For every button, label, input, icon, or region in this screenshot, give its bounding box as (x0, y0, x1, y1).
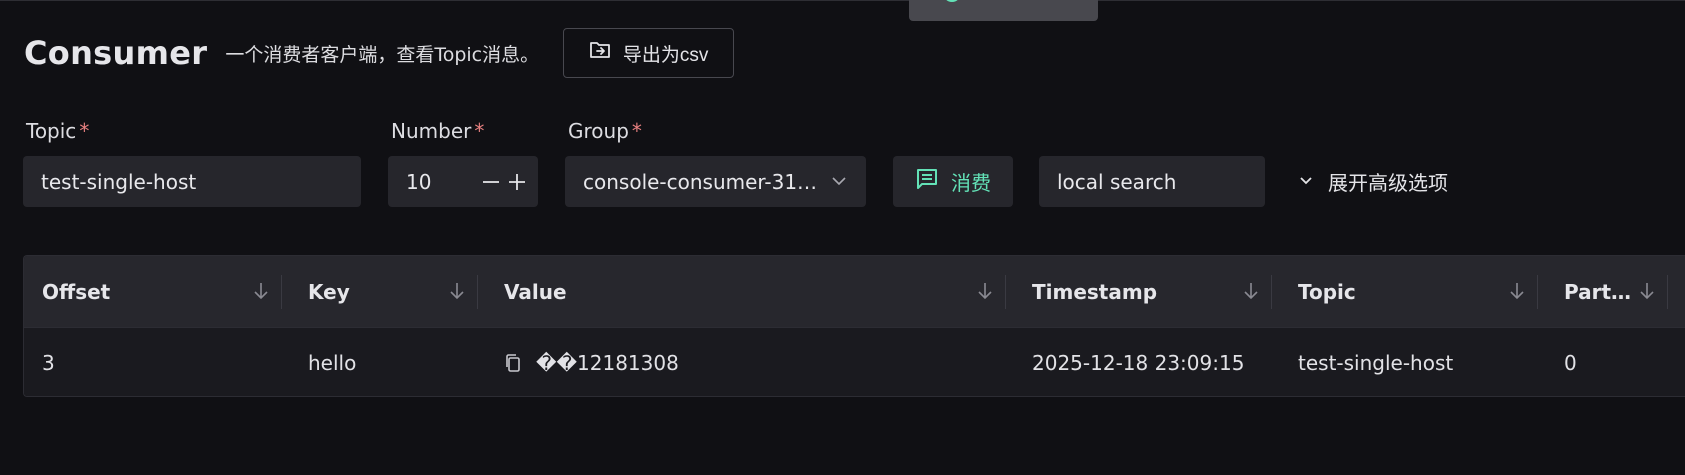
copy-icon[interactable] (504, 353, 522, 373)
decrement-icon[interactable] (480, 171, 502, 193)
sort-arrow-icon[interactable] (448, 281, 466, 301)
page-header: Consumer 一个消费者客户端，查看Topic消息。 导出为csv (24, 28, 735, 78)
topic-input-value: test-single-host (41, 169, 197, 194)
group-select-value: console-consumer-31… (583, 169, 815, 194)
consume-label: 消费 (951, 173, 991, 195)
sort-arrow-icon[interactable] (1638, 281, 1656, 301)
sort-arrow-icon[interactable] (1508, 281, 1526, 301)
column-header-timestamp[interactable]: Timestamp (1032, 256, 1157, 327)
export-csv-button[interactable]: 导出为csv (563, 28, 735, 78)
column-header-topic[interactable]: Topic (1298, 256, 1356, 327)
export-csv-label: 导出为csv (622, 44, 709, 66)
sort-arrow-icon[interactable] (252, 281, 270, 301)
column-header-key[interactable]: Key (308, 256, 350, 327)
group-select[interactable]: console-consumer-31… (565, 156, 866, 207)
sort-arrow-icon[interactable] (1242, 281, 1260, 301)
group-label: Group * (568, 119, 642, 143)
advanced-options-label: 展开高级选项 (1328, 171, 1448, 195)
column-header-value[interactable]: Value (504, 256, 567, 327)
table-row[interactable]: 3 hello ��12181308 2025-12-18 23:09:15 t… (24, 327, 1685, 396)
topic-label: Topic * (26, 119, 90, 143)
column-header-partition[interactable]: Part… (1564, 256, 1631, 327)
consume-button[interactable]: 消费 (893, 156, 1013, 207)
required-mark: * (474, 119, 485, 143)
chevron-down-icon (1298, 170, 1314, 194)
page-title: Consumer (24, 34, 208, 72)
cell-key: hello (308, 350, 357, 375)
cell-value: ��12181308 (536, 350, 679, 375)
table-header: Offset Key Value Timestamp Topic Part… (24, 256, 1685, 327)
cell-partition: 0 (1564, 350, 1577, 375)
topic-input[interactable]: test-single-host (23, 156, 361, 207)
advanced-options-toggle[interactable]: 展开高级选项 (1298, 156, 1448, 207)
top-divider (0, 0, 1685, 1)
number-input-value: 10 (406, 169, 432, 194)
chevron-down-icon (830, 172, 848, 194)
required-mark: * (79, 119, 90, 143)
increment-icon[interactable] (506, 171, 528, 193)
success-indicator-icon (943, 0, 961, 2)
cell-topic: test-single-host (1298, 350, 1454, 375)
cell-value-wrap: ��12181308 (504, 328, 679, 396)
messages-table: Offset Key Value Timestamp Topic Part… 3… (23, 255, 1685, 397)
export-file-icon (589, 40, 611, 66)
required-mark: * (631, 119, 642, 143)
notification-toast (909, 0, 1098, 21)
column-header-offset[interactable]: Offset (42, 256, 110, 327)
number-label: Number * (391, 119, 485, 143)
number-stepper[interactable]: 10 (388, 156, 538, 207)
page-subtitle: 一个消费者客户端，查看Topic消息。 (225, 43, 540, 66)
local-search-input[interactable]: local search (1039, 156, 1265, 207)
search-placeholder: local search (1057, 169, 1177, 194)
cell-timestamp: 2025-12-18 23:09:15 (1032, 350, 1245, 375)
message-icon (915, 167, 939, 197)
cell-offset: 3 (42, 350, 55, 375)
sort-arrow-icon[interactable] (976, 281, 994, 301)
